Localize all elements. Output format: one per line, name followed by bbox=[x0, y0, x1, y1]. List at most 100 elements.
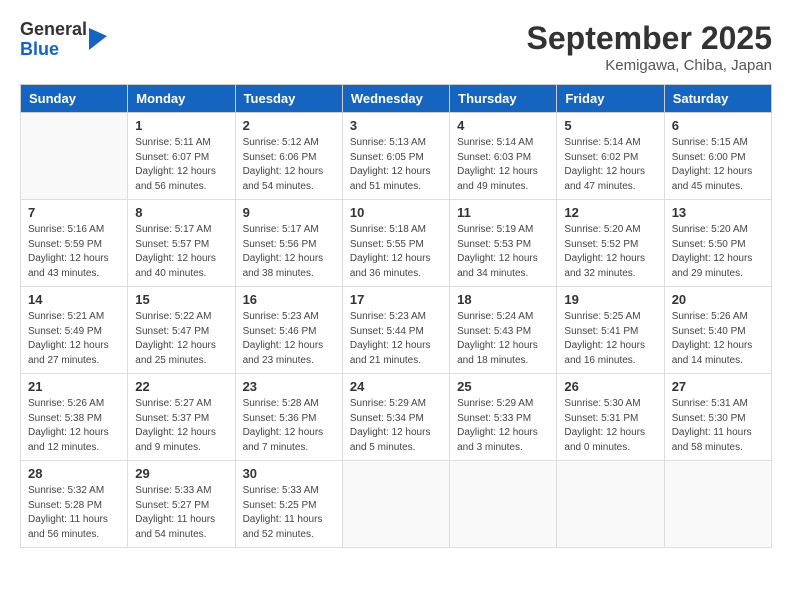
day-info: Sunrise: 5:27 AM Sunset: 5:37 PM Dayligh… bbox=[135, 397, 227, 455]
day-info: Sunrise: 5:21 AM Sunset: 5:49 PM Dayligh… bbox=[28, 310, 120, 368]
day-number: 3 bbox=[350, 118, 442, 133]
calendar-day-cell: 26 Sunrise: 5:30 AM Sunset: 5:31 PM Dayli… bbox=[557, 374, 664, 461]
day-number: 25 bbox=[457, 379, 549, 394]
calendar-day-cell: 24 Sunrise: 5:29 AM Sunset: 5:34 PM Dayli… bbox=[342, 374, 449, 461]
day-number: 8 bbox=[135, 205, 227, 220]
calendar-day-cell: 28 Sunrise: 5:32 AM Sunset: 5:28 PM Dayli… bbox=[21, 461, 128, 548]
calendar-week-row: 1Sunrise: 5:11 AM Sunset: 6:07 PM Daylig… bbox=[21, 113, 772, 200]
calendar-day-cell: 29Sunrise: 5:33 AM Sunset: 5:27 PM Dayli… bbox=[128, 461, 235, 548]
calendar-day-cell: 1Sunrise: 5:11 AM Sunset: 6:07 PM Daylig… bbox=[128, 113, 235, 200]
day-number: 26 bbox=[564, 379, 656, 394]
day-info: Sunrise: 5:16 AM Sunset: 5:59 PM Dayligh… bbox=[28, 223, 120, 281]
weekday-header: Thursday bbox=[450, 85, 557, 113]
calendar-day-cell: 16 Sunrise: 5:23 AM Sunset: 5:46 PM Dayli… bbox=[235, 287, 342, 374]
weekday-header: Sunday bbox=[21, 85, 128, 113]
day-number: 17 bbox=[350, 292, 442, 307]
calendar-day-cell: 7 Sunrise: 5:16 AM Sunset: 5:59 PM Daylig… bbox=[21, 200, 128, 287]
day-number: 27 bbox=[672, 379, 764, 394]
day-info: Sunrise: 5:29 AM Sunset: 5:33 PM Dayligh… bbox=[457, 397, 549, 455]
calendar-day-cell: 9 Sunrise: 5:17 AM Sunset: 5:56 PM Daylig… bbox=[235, 200, 342, 287]
day-info: Sunrise: 5:22 AM Sunset: 5:47 PM Dayligh… bbox=[135, 310, 227, 368]
calendar-day-cell: 19 Sunrise: 5:25 AM Sunset: 5:41 PM Dayli… bbox=[557, 287, 664, 374]
day-number: 9 bbox=[243, 205, 335, 220]
weekday-header: Wednesday bbox=[342, 85, 449, 113]
day-number: 15 bbox=[135, 292, 227, 307]
calendar-day-cell bbox=[21, 113, 128, 200]
day-info: Sunrise: 5:31 AM Sunset: 5:30 PM Dayligh… bbox=[672, 397, 764, 455]
calendar-day-cell bbox=[342, 461, 449, 548]
location-subtitle: Kemigawa, Chiba, Japan bbox=[527, 57, 772, 74]
day-number: 14 bbox=[28, 292, 120, 307]
calendar-day-cell: 2 Sunrise: 5:12 AM Sunset: 6:06 PM Daylig… bbox=[235, 113, 342, 200]
calendar-day-cell: 15 Sunrise: 5:22 AM Sunset: 5:47 PM Dayli… bbox=[128, 287, 235, 374]
calendar-day-cell: 21 Sunrise: 5:26 AM Sunset: 5:38 PM Dayli… bbox=[21, 374, 128, 461]
day-info: Sunrise: 5:14 AM Sunset: 6:02 PM Dayligh… bbox=[564, 136, 656, 194]
day-info: Sunrise: 5:15 AM Sunset: 6:00 PM Dayligh… bbox=[672, 136, 764, 194]
day-info: Sunrise: 5:25 AM Sunset: 5:41 PM Dayligh… bbox=[564, 310, 656, 368]
calendar-day-cell: 30 Sunrise: 5:33 AM Sunset: 5:25 PM Dayli… bbox=[235, 461, 342, 548]
calendar-table: SundayMondayTuesdayWednesdayThursdayFrid… bbox=[20, 84, 772, 548]
day-info: Sunrise: 5:12 AM Sunset: 6:06 PM Dayligh… bbox=[243, 136, 335, 194]
calendar-week-row: 28 Sunrise: 5:32 AM Sunset: 5:28 PM Dayli… bbox=[21, 461, 772, 548]
day-info: Sunrise: 5:26 AM Sunset: 5:38 PM Dayligh… bbox=[28, 397, 120, 455]
logo-general: General bbox=[20, 20, 87, 40]
weekday-header: Saturday bbox=[664, 85, 771, 113]
day-info: Sunrise: 5:30 AM Sunset: 5:31 PM Dayligh… bbox=[564, 397, 656, 455]
day-info: Sunrise: 5:33 AM Sunset: 5:25 PM Dayligh… bbox=[243, 484, 335, 542]
day-number: 23 bbox=[243, 379, 335, 394]
calendar-header-row: SundayMondayTuesdayWednesdayThursdayFrid… bbox=[21, 85, 772, 113]
logo-blue: Blue bbox=[20, 40, 87, 60]
day-number: 11 bbox=[457, 205, 549, 220]
day-info: Sunrise: 5:33 AM Sunset: 5:27 PM Dayligh… bbox=[135, 484, 227, 542]
calendar-day-cell: 8 Sunrise: 5:17 AM Sunset: 5:57 PM Daylig… bbox=[128, 200, 235, 287]
calendar-day-cell: 17Sunrise: 5:23 AM Sunset: 5:44 PM Dayli… bbox=[342, 287, 449, 374]
calendar-day-cell: 25 Sunrise: 5:29 AM Sunset: 5:33 PM Dayli… bbox=[450, 374, 557, 461]
day-info: Sunrise: 5:29 AM Sunset: 5:34 PM Dayligh… bbox=[350, 397, 442, 455]
calendar-week-row: 7 Sunrise: 5:16 AM Sunset: 5:59 PM Daylig… bbox=[21, 200, 772, 287]
day-number: 21 bbox=[28, 379, 120, 394]
day-number: 30 bbox=[243, 466, 335, 481]
day-info: Sunrise: 5:17 AM Sunset: 5:56 PM Dayligh… bbox=[243, 223, 335, 281]
day-number: 24 bbox=[350, 379, 442, 394]
calendar-day-cell: 20Sunrise: 5:26 AM Sunset: 5:40 PM Dayli… bbox=[664, 287, 771, 374]
calendar-day-cell bbox=[664, 461, 771, 548]
logo: General Blue bbox=[20, 20, 107, 60]
calendar-day-cell: 6Sunrise: 5:15 AM Sunset: 6:00 PM Daylig… bbox=[664, 113, 771, 200]
day-number: 12 bbox=[564, 205, 656, 220]
day-info: Sunrise: 5:19 AM Sunset: 5:53 PM Dayligh… bbox=[457, 223, 549, 281]
day-info: Sunrise: 5:20 AM Sunset: 5:50 PM Dayligh… bbox=[672, 223, 764, 281]
calendar-week-row: 14 Sunrise: 5:21 AM Sunset: 5:49 PM Dayli… bbox=[21, 287, 772, 374]
calendar-day-cell: 27 Sunrise: 5:31 AM Sunset: 5:30 PM Dayli… bbox=[664, 374, 771, 461]
calendar-day-cell bbox=[557, 461, 664, 548]
day-number: 20 bbox=[672, 292, 764, 307]
logo-icon bbox=[89, 28, 107, 50]
day-number: 16 bbox=[243, 292, 335, 307]
day-info: Sunrise: 5:17 AM Sunset: 5:57 PM Dayligh… bbox=[135, 223, 227, 281]
day-number: 7 bbox=[28, 205, 120, 220]
day-number: 13 bbox=[672, 205, 764, 220]
title-block: September 2025 Kemigawa, Chiba, Japan bbox=[527, 20, 772, 74]
weekday-header: Friday bbox=[557, 85, 664, 113]
calendar-day-cell: 13 Sunrise: 5:20 AM Sunset: 5:50 PM Dayli… bbox=[664, 200, 771, 287]
day-number: 19 bbox=[564, 292, 656, 307]
calendar-day-cell: 5 Sunrise: 5:14 AM Sunset: 6:02 PM Daylig… bbox=[557, 113, 664, 200]
day-number: 28 bbox=[28, 466, 120, 481]
calendar-day-cell: 23 Sunrise: 5:28 AM Sunset: 5:36 PM Dayli… bbox=[235, 374, 342, 461]
day-number: 2 bbox=[243, 118, 335, 133]
weekday-header: Tuesday bbox=[235, 85, 342, 113]
day-info: Sunrise: 5:18 AM Sunset: 5:55 PM Dayligh… bbox=[350, 223, 442, 281]
day-number: 5 bbox=[564, 118, 656, 133]
day-info: Sunrise: 5:32 AM Sunset: 5:28 PM Dayligh… bbox=[28, 484, 120, 542]
calendar-day-cell: 10 Sunrise: 5:18 AM Sunset: 5:55 PM Dayli… bbox=[342, 200, 449, 287]
day-info: Sunrise: 5:28 AM Sunset: 5:36 PM Dayligh… bbox=[243, 397, 335, 455]
day-info: Sunrise: 5:20 AM Sunset: 5:52 PM Dayligh… bbox=[564, 223, 656, 281]
calendar-day-cell: 4Sunrise: 5:14 AM Sunset: 6:03 PM Daylig… bbox=[450, 113, 557, 200]
day-info: Sunrise: 5:13 AM Sunset: 6:05 PM Dayligh… bbox=[350, 136, 442, 194]
calendar-week-row: 21 Sunrise: 5:26 AM Sunset: 5:38 PM Dayli… bbox=[21, 374, 772, 461]
day-info: Sunrise: 5:23 AM Sunset: 5:46 PM Dayligh… bbox=[243, 310, 335, 368]
day-info: Sunrise: 5:24 AM Sunset: 5:43 PM Dayligh… bbox=[457, 310, 549, 368]
day-number: 18 bbox=[457, 292, 549, 307]
day-number: 10 bbox=[350, 205, 442, 220]
calendar-day-cell: 14 Sunrise: 5:21 AM Sunset: 5:49 PM Dayli… bbox=[21, 287, 128, 374]
calendar-day-cell: 18 Sunrise: 5:24 AM Sunset: 5:43 PM Dayli… bbox=[450, 287, 557, 374]
